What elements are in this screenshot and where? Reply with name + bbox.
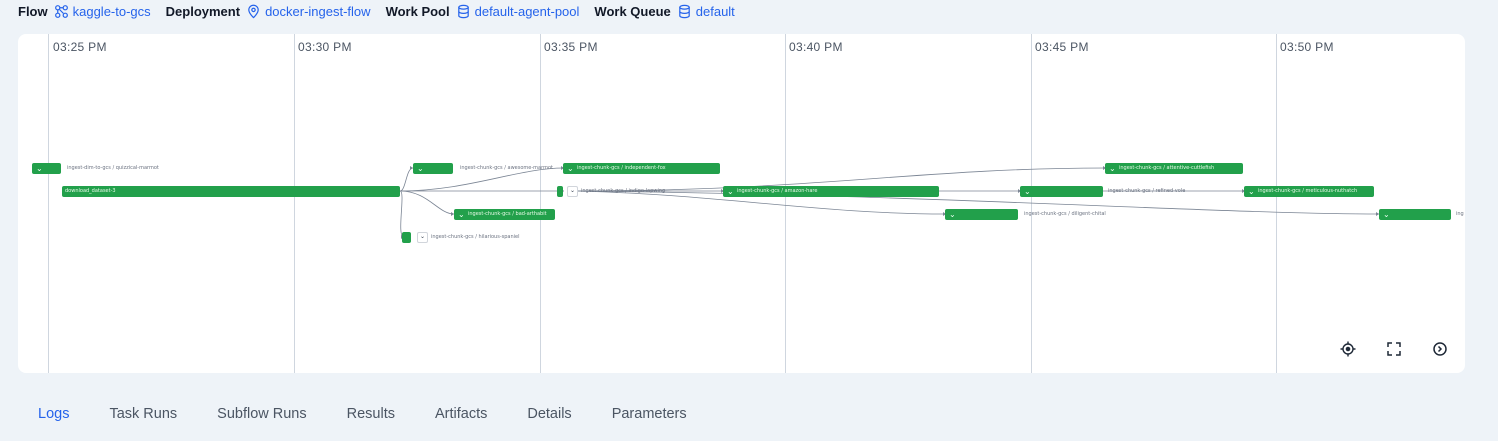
task-run-label: ingest-chunk-gcs / hilarious-spaniel — [431, 234, 520, 240]
chevron-down-icon: ⌄ — [1109, 164, 1116, 173]
chevron-down-icon: ⌄ — [1248, 187, 1255, 196]
task-run-label: download_dataset-3 — [65, 188, 116, 194]
work-pool-meta: Work Pool default-agent-pool — [386, 4, 580, 19]
recenter-button[interactable] — [1337, 338, 1359, 360]
fullscreen-button[interactable] — [1383, 338, 1405, 360]
flow-link[interactable]: kaggle-to-gcs — [73, 4, 151, 19]
location-pin-icon — [246, 4, 261, 19]
tab-results[interactable]: Results — [327, 398, 415, 430]
flow-label: Flow — [18, 3, 48, 19]
task-run-node[interactable]: download_dataset-3 — [62, 186, 400, 197]
task-run-node[interactable]: ⌄ — [32, 163, 61, 174]
chevron-down-icon: ⌄ — [727, 187, 734, 196]
task-run-label: ing — [1456, 211, 1464, 217]
task-run-node[interactable]: ⌄ ingest-chunk-gcs / attentive-cuttlefis… — [1105, 163, 1243, 174]
chevron-down-icon: ⌄ — [567, 164, 574, 173]
chevron-down-icon: ⌄ — [949, 210, 956, 219]
tab-subflow-runs[interactable]: Subflow Runs — [197, 398, 326, 430]
database-icon — [456, 4, 471, 19]
deployment-label: Deployment — [165, 3, 241, 19]
chevron-down-icon: ⌄ — [458, 210, 465, 219]
flow-run-timeline[interactable]: 03:25 PM 03:30 PM 03:35 PM 03:40 PM 03:4… — [18, 34, 1465, 373]
database-icon — [677, 4, 692, 19]
work-pool-link[interactable]: default-agent-pool — [475, 4, 580, 19]
task-run-label: ingest-chunk-gcs / meticulous-nuthatch — [1258, 188, 1358, 194]
graph-options-button[interactable] — [1429, 338, 1451, 360]
chevron-down-icon: ⌄ — [417, 164, 424, 173]
task-run-node[interactable]: ⌄ ingest-chunk-gcs / amazon-hare — [723, 186, 939, 197]
task-run-node[interactable]: ⌄ ingest-chunk-gcs / bad-arthabit — [454, 209, 555, 220]
flow-icon — [54, 4, 69, 19]
task-run-label: ingest-chunk-gcs / awesome-marmot — [460, 165, 553, 171]
task-run-label: ingest-chunk-gcs / bad-arthabit — [468, 211, 547, 217]
crosshair-icon — [1340, 341, 1356, 357]
task-run-node[interactable]: ⌄ ingest-chunk-gcs / independent-fox — [563, 163, 720, 174]
task-run-label: ingest-chunk-gcs / indigo-lapwing — [581, 188, 666, 194]
flow-run-meta-bar: Flow kaggle-to-gcs Deployment docker-ing… — [18, 2, 750, 20]
task-run-label: ingest-chunk-gcs / independent-fox — [577, 165, 666, 171]
chevron-circle-icon — [1432, 341, 1448, 357]
task-run-node[interactable]: ⌄ — [1379, 209, 1451, 220]
work-queue-link[interactable]: default — [696, 4, 735, 19]
work-pool-label: Work Pool — [385, 3, 450, 19]
dependency-edges — [399, 166, 1380, 239]
flow-meta: Flow kaggle-to-gcs — [18, 4, 151, 19]
task-run-label: ingest-chunk-gcs / diligent-chital — [1024, 211, 1106, 217]
deployment-meta: Deployment docker-ingest-flow — [166, 4, 371, 19]
flow-run-tabs: Logs Task Runs Subflow Runs Results Arti… — [18, 398, 707, 430]
expand-icon[interactable]: ⌄ — [417, 232, 428, 243]
tab-details[interactable]: Details — [507, 398, 591, 430]
task-run-node[interactable]: ⌄ ingest-chunk-gcs / meticulous-nuthatch — [1244, 186, 1374, 197]
task-run-node[interactable]: ⌄ — [1020, 186, 1103, 197]
tab-task-runs[interactable]: Task Runs — [89, 398, 197, 430]
work-queue-meta: Work Queue default — [594, 4, 734, 19]
task-run-label: ingest-chunk-gcs / attentive-cuttlefish — [1119, 165, 1215, 171]
tab-parameters[interactable]: Parameters — [592, 398, 707, 430]
work-queue-label: Work Queue — [594, 3, 671, 19]
task-run-label: ingest-chunk-gcs / amazon-hare — [737, 188, 818, 194]
expand-icon[interactable]: ⌄ — [567, 186, 578, 197]
task-run-label: ingest-dim-to-gcs / quizzical-marmot — [67, 165, 159, 171]
tab-logs[interactable]: Logs — [18, 398, 89, 430]
chevron-down-icon: ⌄ — [1383, 210, 1390, 219]
task-run-label: ingest-chunk-gcs / refined-vole — [1108, 188, 1186, 194]
task-run-node[interactable]: ⌄ — [413, 163, 453, 174]
deployment-link[interactable]: docker-ingest-flow — [265, 4, 371, 19]
chevron-down-icon: ⌄ — [1024, 187, 1031, 196]
chevron-down-icon: ⌄ — [36, 164, 43, 173]
tab-artifacts[interactable]: Artifacts — [415, 398, 507, 430]
task-run-node[interactable] — [402, 232, 411, 243]
task-run-node[interactable]: ⌄ — [945, 209, 1018, 220]
expand-icon — [1386, 341, 1402, 357]
task-run-node[interactable] — [557, 186, 563, 197]
